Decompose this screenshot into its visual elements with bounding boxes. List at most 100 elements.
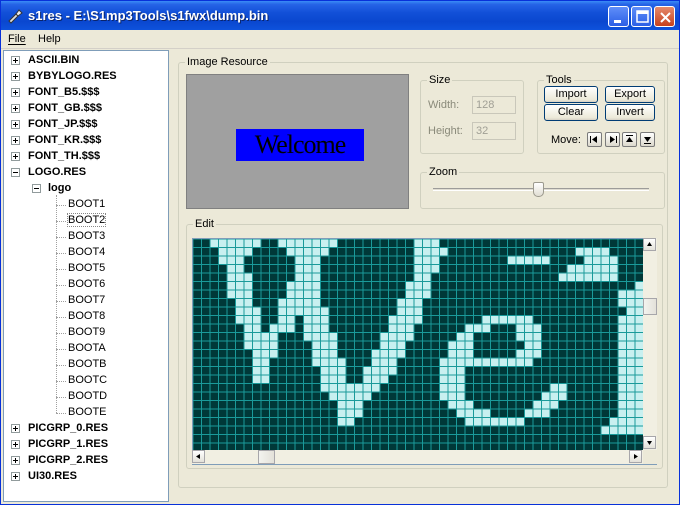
pixel-on[interactable] — [227, 273, 236, 282]
pixel-on[interactable] — [626, 409, 636, 418]
tree-item[interactable]: PICGRP_2.RES — [28, 454, 108, 466]
pixel-on[interactable] — [278, 315, 287, 325]
pixel-on[interactable] — [609, 264, 619, 274]
pixel-on[interactable] — [414, 247, 423, 257]
pixel-on[interactable] — [337, 417, 347, 427]
tree-expander[interactable] — [11, 136, 20, 145]
pixel-on[interactable] — [303, 298, 313, 308]
pixel-on[interactable] — [227, 290, 236, 299]
pixel-on[interactable] — [354, 392, 364, 401]
pixel-on[interactable] — [618, 426, 627, 435]
pixel-on[interactable] — [380, 358, 389, 367]
pixel-on[interactable] — [516, 324, 525, 333]
pixel-on[interactable] — [507, 358, 517, 367]
pixel-on[interactable] — [482, 358, 491, 367]
pixel-on[interactable] — [235, 307, 245, 316]
pixel-on[interactable] — [244, 290, 253, 299]
pixel-on[interactable] — [584, 273, 593, 282]
pixel-on[interactable] — [269, 324, 279, 333]
pixel-on[interactable] — [592, 264, 602, 274]
pixel-on[interactable] — [312, 332, 321, 342]
pixel-on[interactable] — [456, 375, 466, 384]
pixel-on[interactable] — [269, 349, 279, 359]
pixel-on[interactable] — [567, 273, 576, 282]
pixel-on[interactable] — [312, 349, 321, 359]
pixel-on[interactable] — [626, 324, 636, 333]
pixel-on[interactable] — [524, 332, 534, 342]
pixel-on[interactable] — [516, 417, 525, 427]
pixel-on[interactable] — [312, 247, 321, 257]
tree-leaf[interactable]: BOOT4 — [68, 246, 105, 258]
pixel-on[interactable] — [320, 332, 330, 342]
pixel-on[interactable] — [252, 324, 262, 333]
pixel-on[interactable] — [499, 358, 508, 367]
pixel-on[interactable] — [244, 341, 253, 350]
tree-expander[interactable] — [11, 72, 20, 81]
pixel-on[interactable] — [626, 417, 636, 427]
pixel-on[interactable] — [541, 409, 551, 418]
pixel-on[interactable] — [295, 273, 304, 282]
pixel-on[interactable] — [516, 256, 525, 265]
pixel-on[interactable] — [609, 417, 619, 427]
pixel-on[interactable] — [618, 324, 627, 333]
pixel-on[interactable] — [431, 247, 440, 257]
pixel-on[interactable] — [533, 256, 542, 265]
pixel-on[interactable] — [363, 392, 372, 401]
pixel-on[interactable] — [405, 290, 415, 299]
pixel-on[interactable] — [312, 239, 321, 248]
pixel-on[interactable] — [320, 366, 330, 376]
pixel-on[interactable] — [473, 417, 483, 427]
pixel-on[interactable] — [252, 366, 262, 376]
menu-help[interactable]: Help — [38, 33, 61, 45]
tree-expander[interactable] — [11, 440, 20, 449]
pixel-on[interactable] — [329, 375, 338, 384]
pixel-on[interactable] — [465, 332, 474, 342]
pixel-on[interactable] — [626, 375, 636, 384]
pixel-on[interactable] — [465, 349, 474, 359]
tree-item-logo[interactable]: logo — [48, 182, 71, 194]
pixel-on[interactable] — [295, 307, 304, 316]
move-right-button[interactable] — [605, 132, 620, 147]
pixel-on[interactable] — [371, 358, 381, 367]
pixel-on[interactable] — [626, 400, 636, 410]
pixel-grid[interactable] — [193, 239, 644, 452]
pixel-on[interactable] — [337, 358, 347, 367]
pixel-on[interactable] — [227, 256, 236, 265]
pixel-on[interactable] — [414, 281, 423, 291]
pixel-on[interactable] — [473, 409, 483, 418]
pixel-on[interactable] — [405, 324, 415, 333]
tree-expander[interactable] — [11, 120, 20, 129]
pixel-on[interactable] — [439, 366, 449, 376]
pixel-on[interactable] — [388, 341, 398, 350]
pixel-on[interactable] — [626, 349, 636, 359]
pixel-on[interactable] — [422, 247, 432, 257]
pixel-on[interactable] — [252, 332, 262, 342]
pixel-on[interactable] — [626, 366, 636, 376]
pixel-on[interactable] — [388, 358, 398, 367]
pixel-on[interactable] — [584, 256, 593, 265]
pixel-on[interactable] — [618, 315, 627, 325]
pixel-on[interactable] — [575, 273, 585, 282]
pixel-on[interactable] — [431, 239, 440, 248]
pixel-on[interactable] — [303, 247, 313, 257]
pixel-on[interactable] — [456, 392, 466, 401]
pixel-on[interactable] — [397, 349, 406, 359]
pixel-on[interactable] — [227, 239, 236, 248]
pixel-on[interactable] — [456, 358, 466, 367]
pixel-on[interactable] — [558, 392, 568, 401]
pixel-on[interactable] — [235, 290, 245, 299]
move-down-button[interactable] — [640, 132, 655, 147]
pixel-on[interactable] — [414, 298, 423, 308]
pixel-on[interactable] — [397, 332, 406, 342]
pixel-on[interactable] — [439, 247, 449, 257]
pixel-on[interactable] — [524, 341, 534, 350]
pixel-on[interactable] — [448, 341, 457, 350]
pixel-on[interactable] — [397, 341, 406, 350]
pixel-on[interactable] — [626, 392, 636, 401]
pixel-on[interactable] — [286, 247, 296, 257]
tree-expander[interactable] — [11, 456, 20, 465]
tree-expander[interactable] — [11, 56, 20, 65]
pixel-on[interactable] — [235, 264, 245, 274]
pixel-on[interactable] — [618, 366, 627, 376]
pixel-on[interactable] — [312, 298, 321, 308]
